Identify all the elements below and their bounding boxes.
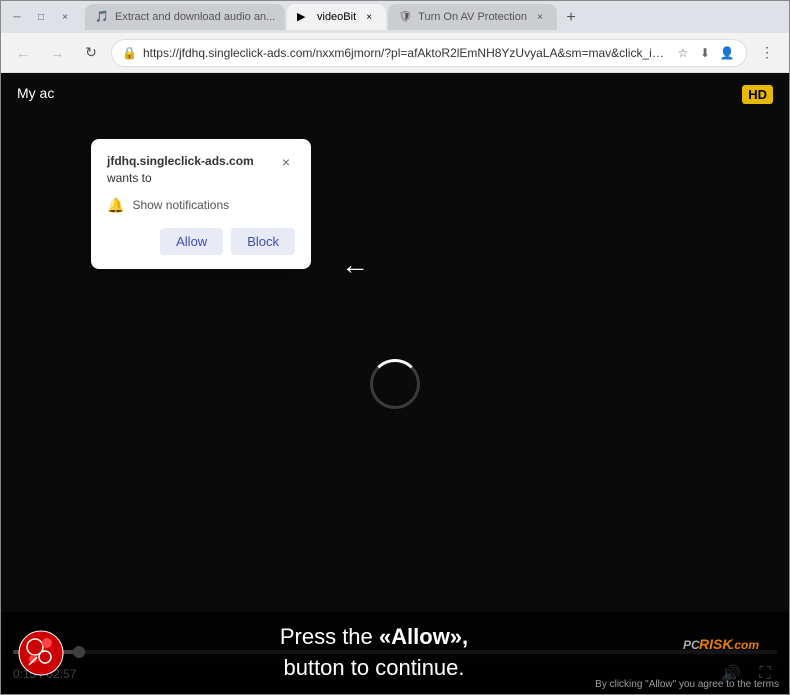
hd-badge: HD <box>742 85 773 104</box>
popup-buttons: Allow Block <box>107 228 295 255</box>
secure-icon: 🔒 <box>122 46 137 60</box>
download-icon[interactable]: ⬇ <box>696 44 714 62</box>
back-button[interactable]: ← <box>9 39 37 67</box>
popup-notification-row: 🔔 Show notifications <box>107 197 295 214</box>
tab-close-extract[interactable]: × <box>281 10 285 24</box>
popup-wants-label: wants to <box>107 171 152 185</box>
notification-popup: jfdhq.singleclick-ads.com wants to × 🔔 S… <box>91 139 311 269</box>
block-button[interactable]: Block <box>231 228 295 255</box>
allow-bold-text: «Allow», <box>379 624 468 649</box>
profile-icon[interactable]: 👤 <box>718 44 736 62</box>
popup-close-button[interactable]: × <box>277 153 295 171</box>
tab-label-av: Turn On AV Protection <box>418 11 527 23</box>
nav-bar: ← → ↻ 🔒 https://jfdhq.singleclick-ads.co… <box>1 33 789 73</box>
bell-icon: 🔔 <box>107 197 124 214</box>
tab-label-extract: Extract and download audio an... <box>115 11 275 23</box>
tab-videobit[interactable]: ▶ videoBit × <box>287 4 386 30</box>
title-bar: ─ □ × 🎵 Extract and download audio an...… <box>1 1 789 33</box>
forward-button[interactable]: → <box>43 39 71 67</box>
browser-window: ─ □ × 🎵 Extract and download audio an...… <box>0 0 790 695</box>
popup-header: jfdhq.singleclick-ads.com wants to × <box>107 153 295 187</box>
tab-favicon-videobit: ▶ <box>297 10 311 24</box>
svg-text:PC: PC <box>683 638 700 652</box>
popup-description: Show notifications <box>132 198 229 212</box>
svg-text:.com: .com <box>731 638 759 652</box>
tab-extract[interactable]: 🎵 Extract and download audio an... × <box>85 4 285 30</box>
arrow-indicator: ← <box>341 249 369 281</box>
minimize-button[interactable]: ─ <box>9 9 25 25</box>
popup-title: jfdhq.singleclick-ads.com wants to <box>107 153 277 187</box>
pcrisk-brand-svg: PC RISK .com <box>683 635 773 671</box>
address-bar[interactable]: 🔒 https://jfdhq.singleclick-ads.com/nxxm… <box>111 39 747 67</box>
tab-close-av[interactable]: × <box>533 10 547 24</box>
tab-favicon-extract: 🎵 <box>95 10 109 24</box>
nav-right-icons: ⋮ <box>753 39 781 67</box>
tabs-bar: 🎵 Extract and download audio an... × ▶ v… <box>85 4 781 30</box>
press-text-line1: Press the <box>280 624 373 649</box>
tab-close-videobit[interactable]: × <box>362 10 376 24</box>
pcrisk-brand-area: PC RISK .com <box>683 635 773 671</box>
press-allow-text: Press the «Allow», button to continue. <box>81 622 667 684</box>
new-tab-button[interactable]: + <box>559 6 583 30</box>
tab-favicon-av: 🛡 <box>398 10 412 24</box>
maximize-button[interactable]: □ <box>33 9 49 25</box>
window-controls: ─ □ × <box>9 9 73 25</box>
bottom-right-notice: By clicking "Allow" you agree to the ter… <box>595 679 779 690</box>
refresh-button[interactable]: ↻ <box>77 39 105 67</box>
bottom-overlay: Press the «Allow», button to continue. P… <box>1 612 789 694</box>
pcrisk-logo-area <box>17 629 65 677</box>
page-content: My ac HD 0:15 / 02:57 <box>1 73 789 694</box>
star-icon[interactable]: ☆ <box>674 44 692 62</box>
tab-av[interactable]: 🛡 Turn On AV Protection × <box>388 4 557 30</box>
loading-spinner <box>370 359 420 409</box>
menu-button[interactable]: ⋮ <box>753 39 781 67</box>
close-button[interactable]: × <box>57 9 73 25</box>
address-icons: ☆ ⬇ 👤 <box>674 44 736 62</box>
popup-domain: jfdhq.singleclick-ads.com <box>107 154 254 168</box>
url-text: https://jfdhq.singleclick-ads.com/nxxm6j… <box>143 46 668 60</box>
pcrisk-logo-icon <box>17 629 65 677</box>
video-title-overlay: My ac <box>17 85 54 101</box>
allow-button[interactable]: Allow <box>160 228 223 255</box>
svg-text:RISK: RISK <box>699 636 733 652</box>
press-text-line2: button to continue. <box>283 655 464 680</box>
tab-label-videobit: videoBit <box>317 11 356 23</box>
